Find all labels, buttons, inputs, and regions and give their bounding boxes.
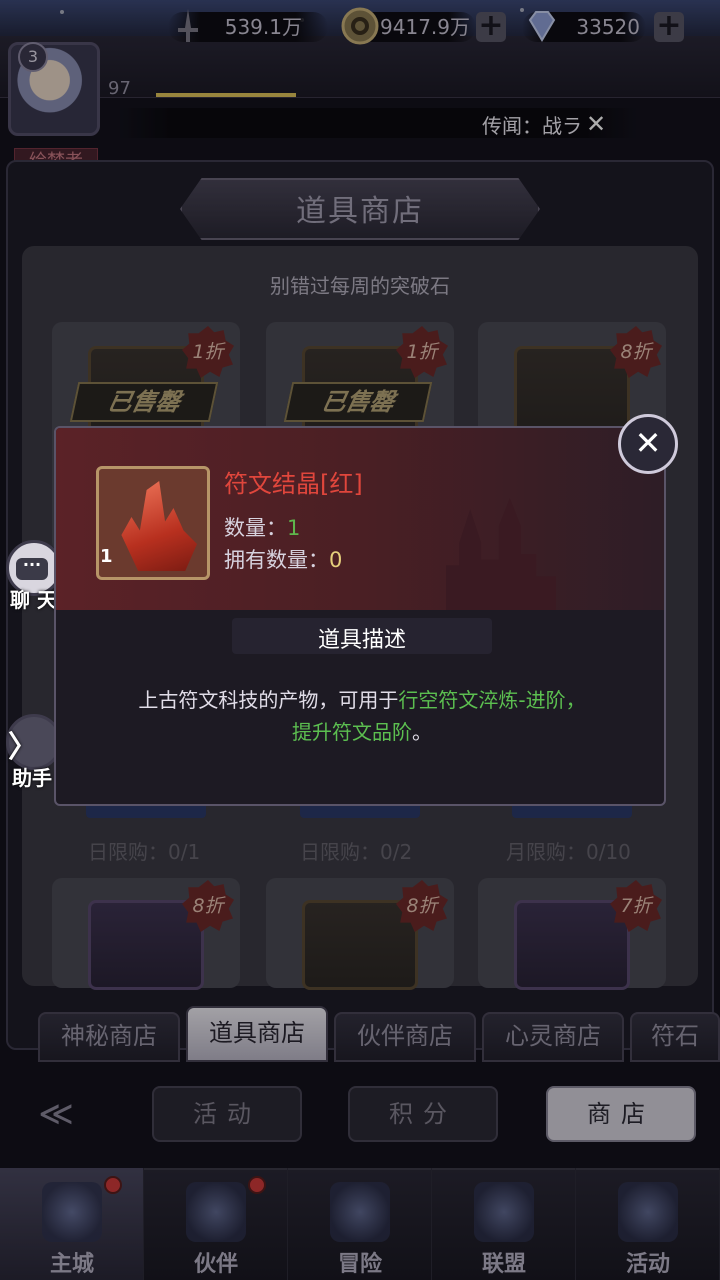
description-line-1: 上古符文科技的产物，可用于行空符文淬炼-进阶， [56, 684, 664, 713]
item-name: 符文结晶[红] [224, 470, 363, 498]
owned-label: 拥有数量： [224, 548, 329, 572]
quantity-value: 1 [287, 516, 301, 540]
owned-row: 拥有数量：0 [224, 544, 342, 574]
description-highlight: 行空符文淬炼-进阶， [398, 688, 586, 712]
description-text: 。 [412, 720, 432, 744]
description-text: 上古符文科技的产物，可用于 [138, 688, 399, 712]
modal-close-button[interactable]: ✕ [618, 414, 678, 474]
chat-label: 聊 天 [10, 588, 57, 612]
item-stack-count: 1 [100, 546, 113, 567]
quantity-row: 数量：1 [224, 512, 300, 542]
chat-bubble-icon: ··· [16, 557, 48, 580]
quantity-label: 数量： [224, 516, 287, 540]
item-detail-modal: 1 符文结晶[红] 数量：1 拥有数量：0 道具描述 上古符文科技的产物，可用于… [54, 426, 666, 806]
item-icon-frame [96, 466, 210, 580]
description-line-2: 提升符文品阶。 [56, 716, 664, 745]
owned-value: 0 [329, 548, 343, 572]
red-crystal-icon [121, 481, 197, 571]
description-title: 道具描述 [317, 628, 406, 653]
description-highlight: 提升符文品阶 [292, 720, 412, 744]
helper-label: 助手 [12, 766, 52, 790]
helper-arrow-icon: 〉 [8, 730, 38, 765]
